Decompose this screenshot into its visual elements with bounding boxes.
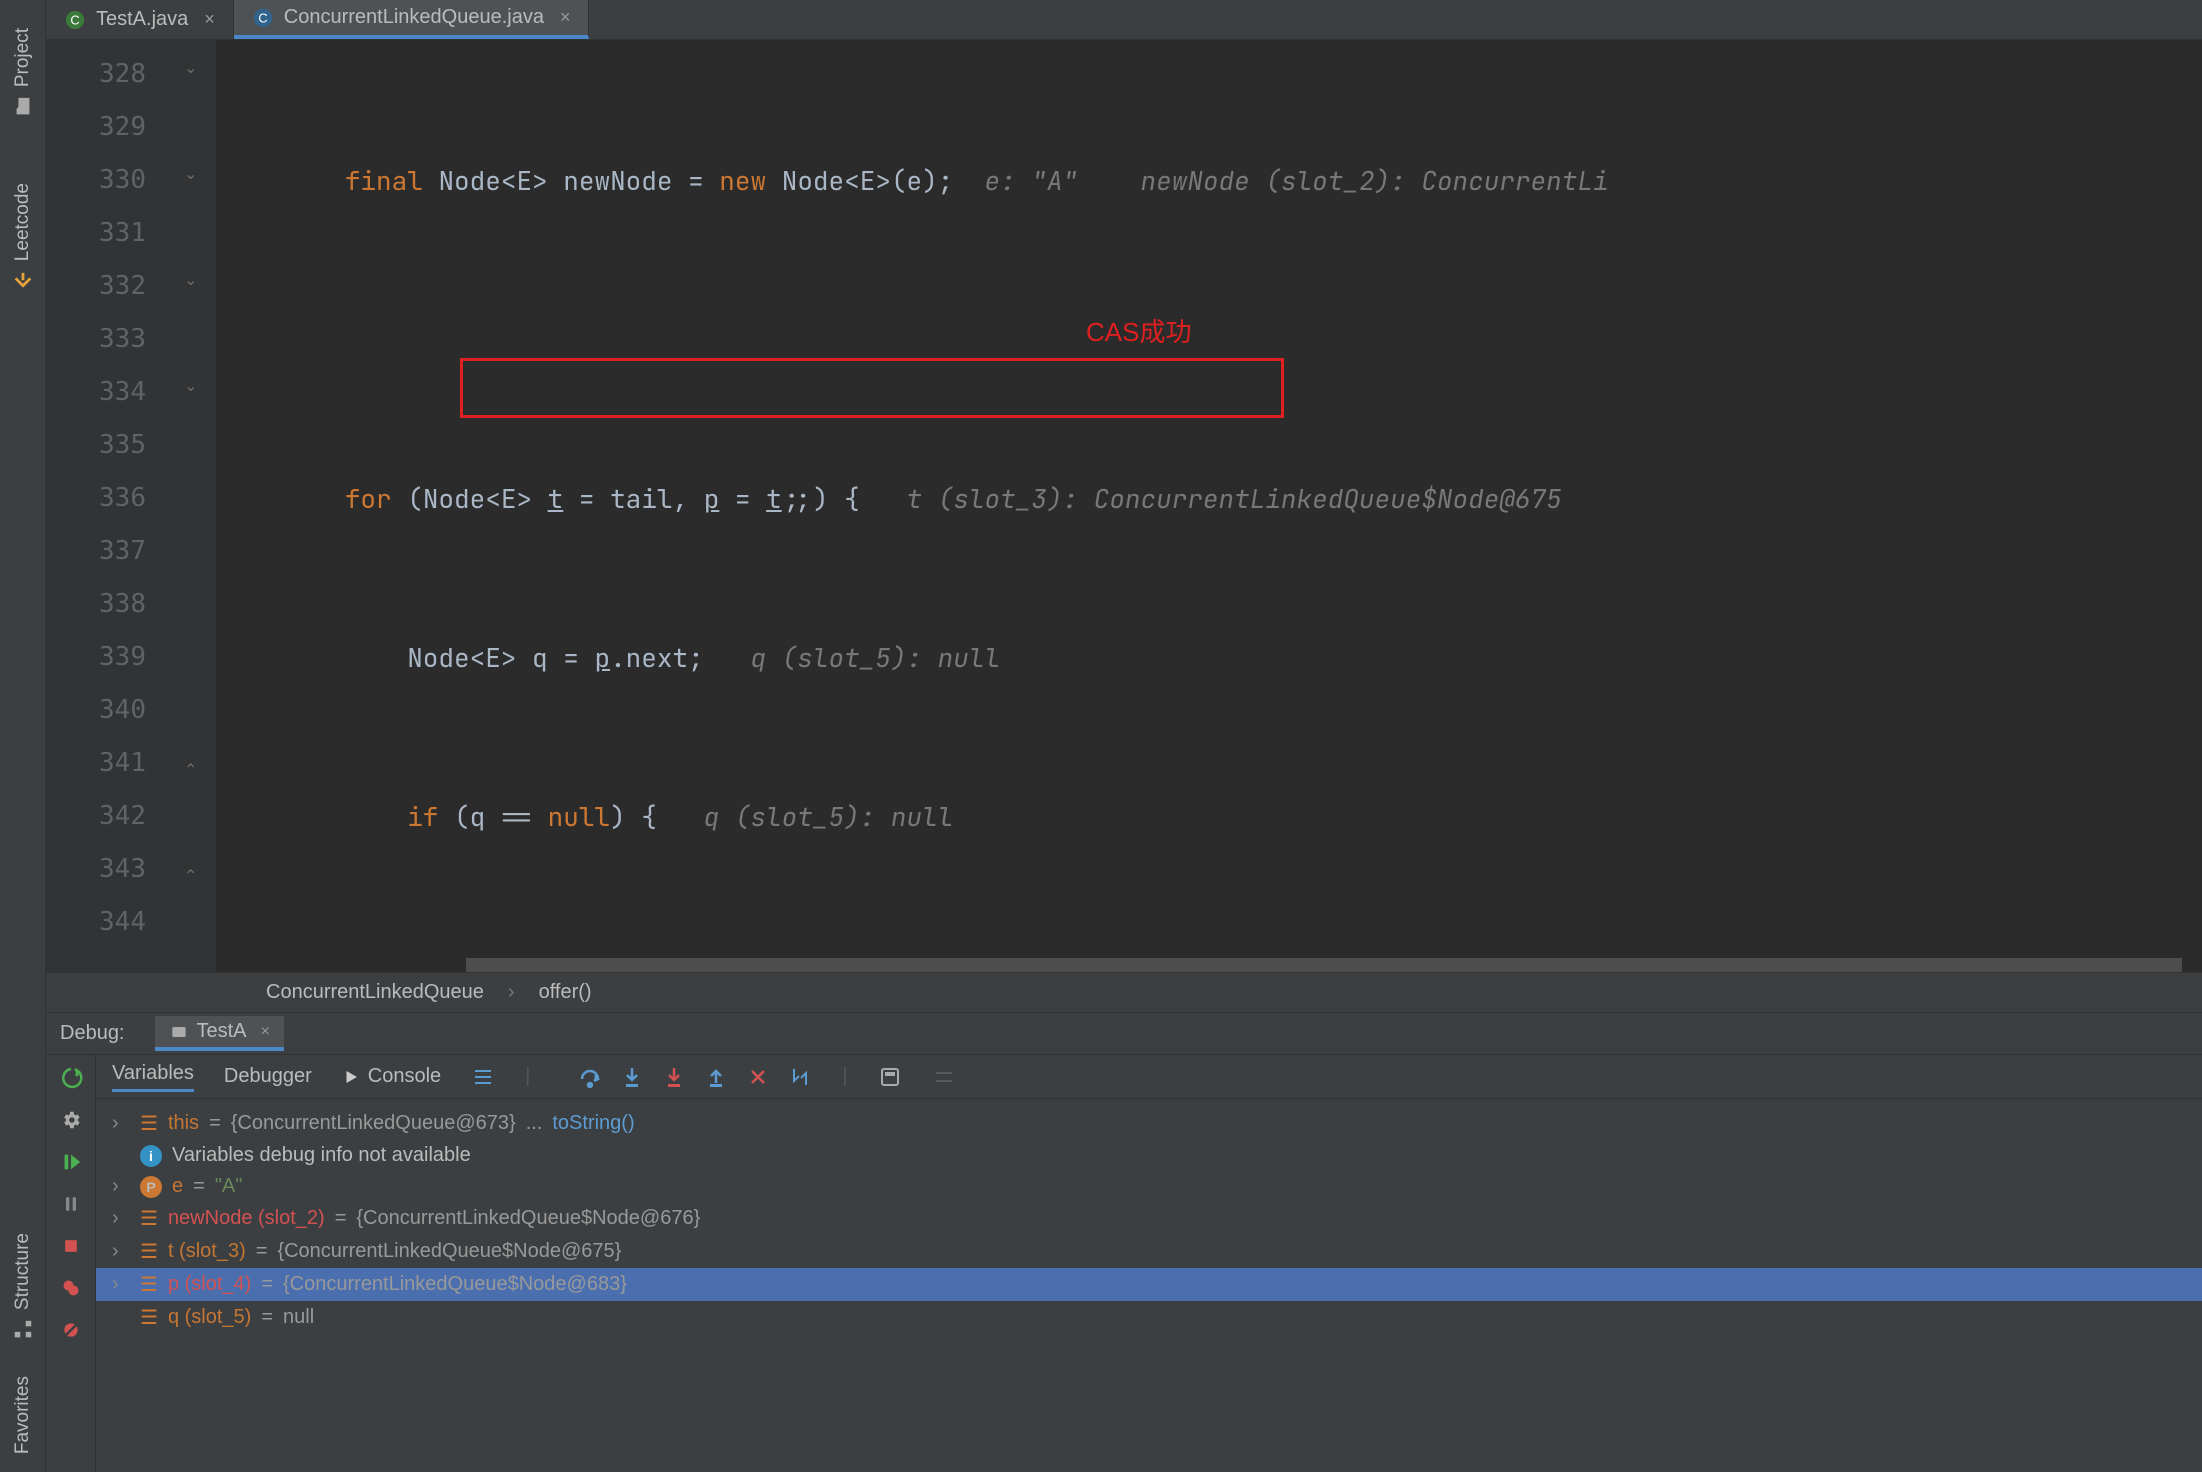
tab-label: TestA.java bbox=[96, 8, 188, 31]
tab-concurrentlinkedqueue[interactable]: C ConcurrentLinkedQueue.java × bbox=[234, 0, 590, 39]
variable-row[interactable]: ›☰newNode (slot_2) = {ConcurrentLinkedQu… bbox=[96, 1202, 2202, 1235]
object-icon: ☰ bbox=[140, 1111, 158, 1136]
horizontal-scrollbar[interactable] bbox=[466, 958, 2182, 972]
tab-console[interactable]: Console bbox=[342, 1065, 441, 1088]
sidebar-tab-leetcode[interactable]: Leetcode bbox=[8, 165, 38, 309]
info-icon: i bbox=[140, 1145, 162, 1167]
leetcode-icon bbox=[12, 269, 34, 291]
param-badge-icon: P bbox=[140, 1176, 162, 1198]
breadcrumb: ConcurrentLinkedQueue › offer() bbox=[46, 972, 2202, 1012]
expand-arrow-icon[interactable]: › bbox=[112, 1273, 130, 1296]
step-out-icon[interactable] bbox=[704, 1065, 728, 1089]
play-icon bbox=[342, 1068, 360, 1086]
code-line: Node<E> q = p.next; q (slot_5): null bbox=[216, 631, 2202, 684]
variable-row[interactable]: ›☰t (slot_3) = {ConcurrentLinkedQueue$No… bbox=[96, 1235, 2202, 1268]
code-line bbox=[216, 313, 2202, 366]
fold-icon[interactable]: ⌄ bbox=[184, 58, 202, 76]
close-icon[interactable]: × bbox=[261, 1023, 270, 1041]
breadcrumb-method[interactable]: offer() bbox=[539, 981, 592, 1004]
variables-tree[interactable]: ›☰this = {ConcurrentLinkedQueue@673} ...… bbox=[96, 1099, 2202, 1472]
variable-row[interactable]: ☰q (slot_5) = null bbox=[96, 1301, 2202, 1334]
sidebar-tab-project[interactable]: Project bbox=[8, 10, 38, 135]
rerun-button[interactable] bbox=[56, 1063, 86, 1093]
expand-arrow-icon[interactable]: › bbox=[112, 1112, 130, 1135]
code-line: if (q == null) { q (slot_5): null bbox=[216, 790, 2202, 843]
trace-icon[interactable] bbox=[932, 1065, 956, 1089]
layout-icon[interactable] bbox=[471, 1065, 495, 1089]
variable-row[interactable]: ›Pe = "A" bbox=[96, 1171, 2202, 1202]
debug-label: Debug: bbox=[60, 1022, 125, 1045]
object-icon: ☰ bbox=[140, 1206, 158, 1231]
expand-arrow-icon[interactable]: › bbox=[112, 1207, 130, 1230]
debug-panel: Debug: TestA × bbox=[46, 1012, 2202, 1472]
evaluate-icon[interactable] bbox=[878, 1065, 902, 1089]
run-to-cursor-icon[interactable] bbox=[788, 1065, 812, 1089]
tostring-link[interactable]: toString() bbox=[552, 1112, 634, 1135]
object-icon: ☰ bbox=[140, 1305, 158, 1330]
structure-icon bbox=[12, 1318, 34, 1340]
breakpoints-button[interactable] bbox=[56, 1273, 86, 1303]
code-editor[interactable]: 328329330 331332333 334335336 337338339 … bbox=[46, 40, 2202, 972]
left-tool-sidebar: Project Leetcode Structure Favorites bbox=[0, 0, 46, 1472]
debug-config-name: TestA bbox=[197, 1020, 247, 1043]
resume-button[interactable] bbox=[56, 1147, 86, 1177]
sidebar-label: Project bbox=[12, 28, 34, 87]
close-icon[interactable]: × bbox=[560, 7, 571, 28]
variable-row[interactable]: ›☰p (slot_4) = {ConcurrentLinkedQueue$No… bbox=[96, 1268, 2202, 1301]
variable-row[interactable]: iVariables debug info not available bbox=[96, 1140, 2202, 1171]
fold-column: ⌄ ⌄ ⌄ ⌄ ⌃ ⌃ bbox=[176, 40, 216, 972]
mute-breakpoints-button[interactable] bbox=[56, 1315, 86, 1345]
chevron-right-icon: › bbox=[508, 981, 515, 1004]
pause-button[interactable] bbox=[56, 1189, 86, 1219]
app-icon bbox=[169, 1022, 189, 1042]
step-over-icon[interactable] bbox=[578, 1065, 602, 1089]
stop-button[interactable] bbox=[56, 1231, 86, 1261]
breadcrumb-class[interactable]: ConcurrentLinkedQueue bbox=[266, 981, 484, 1004]
highlight-box bbox=[460, 358, 1284, 418]
close-icon[interactable]: × bbox=[204, 9, 215, 30]
svg-text:C: C bbox=[70, 12, 79, 27]
tab-label: ConcurrentLinkedQueue.java bbox=[284, 6, 544, 29]
sidebar-label: Favorites bbox=[12, 1376, 34, 1454]
code-body[interactable]: final Node<E> newNode = new Node<E>(e); … bbox=[216, 40, 2202, 972]
drop-frame-icon[interactable] bbox=[746, 1065, 770, 1089]
variable-row[interactable]: ›☰this = {ConcurrentLinkedQueue@673} ...… bbox=[96, 1107, 2202, 1140]
object-icon: ☰ bbox=[140, 1239, 158, 1264]
tab-variables[interactable]: Variables bbox=[112, 1062, 194, 1092]
fold-icon[interactable]: ⌃ bbox=[184, 866, 202, 884]
object-icon: ☰ bbox=[140, 1272, 158, 1297]
step-into-icon[interactable] bbox=[620, 1065, 644, 1089]
class-icon: C bbox=[252, 7, 274, 29]
sidebar-tab-structure[interactable]: Structure bbox=[8, 1215, 38, 1358]
code-line: for (Node<E> t = tail, p = t;;) { t (slo… bbox=[216, 472, 2202, 525]
force-step-into-icon[interactable] bbox=[662, 1065, 686, 1089]
fold-icon[interactable]: ⌄ bbox=[184, 270, 202, 288]
expand-arrow-icon[interactable]: › bbox=[112, 1175, 130, 1198]
debug-config-tab[interactable]: TestA × bbox=[155, 1016, 284, 1051]
tab-testa[interactable]: C TestA.java × bbox=[46, 0, 234, 39]
sidebar-tab-favorites[interactable]: Favorites bbox=[8, 1358, 38, 1472]
tab-debugger[interactable]: Debugger bbox=[224, 1065, 312, 1088]
line-gutter: 328329330 331332333 334335336 337338339 … bbox=[46, 40, 176, 972]
svg-text:C: C bbox=[258, 10, 267, 25]
sidebar-label: Structure bbox=[12, 1233, 34, 1310]
fold-icon[interactable]: ⌃ bbox=[184, 760, 202, 778]
class-icon: C bbox=[64, 9, 86, 31]
debug-subtabs: Variables Debugger Console | bbox=[96, 1055, 2202, 1099]
settings-button[interactable] bbox=[56, 1105, 86, 1135]
editor-tabs: C TestA.java × C ConcurrentLinkedQueue.j… bbox=[46, 0, 2202, 40]
expand-arrow-icon[interactable]: › bbox=[112, 1240, 130, 1263]
code-line: final Node<E> newNode = new Node<E>(e); … bbox=[216, 154, 2202, 207]
annotation-text: CAS成功 bbox=[1086, 306, 1191, 359]
fold-icon[interactable]: ⌄ bbox=[184, 376, 202, 394]
debug-toolbar bbox=[46, 1055, 96, 1472]
fold-icon[interactable]: ⌄ bbox=[184, 164, 202, 182]
sidebar-label: Leetcode bbox=[12, 183, 34, 261]
folder-icon bbox=[12, 95, 34, 117]
